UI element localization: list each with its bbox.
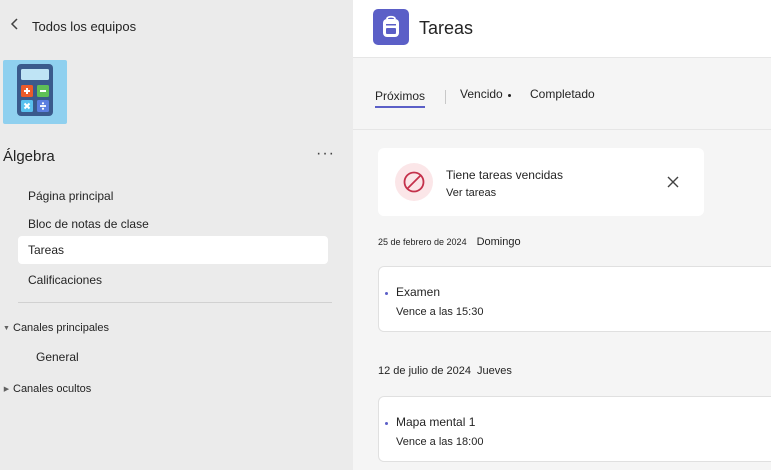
alert-title: Tiene tareas vencidas [446, 168, 563, 182]
nav-item-home[interactable]: Página principal [18, 182, 328, 210]
team-avatar [3, 60, 67, 124]
tab-completed[interactable]: Completado [530, 84, 595, 104]
caret-right-icon: ▶ [3, 386, 10, 393]
tab-separator [445, 90, 446, 104]
close-icon[interactable] [666, 175, 680, 189]
more-options-button[interactable]: ··· [316, 145, 335, 163]
tabs-divider [353, 129, 771, 130]
tab-overdue[interactable]: Vencido [460, 84, 503, 104]
assignment-card[interactable]: Examen Vence a las 15:30 [378, 266, 771, 332]
assignment-title: Examen [396, 285, 441, 299]
bullet-dot [385, 422, 388, 425]
assignment-due: Vence a las 15:30 [396, 306, 484, 318]
date-heading: 25 de febrero de 2024 Domingo [378, 236, 521, 254]
date-label: 12 de julio de 2024 [378, 365, 471, 377]
channel-group-label: Canales ocultos [13, 383, 92, 395]
channel-general[interactable]: General [36, 347, 79, 367]
notification-dot [508, 94, 511, 97]
day-label: Domingo [476, 236, 521, 248]
overdue-alert-card: Tiene tareas vencidas Ver tareas [378, 148, 704, 216]
view-assignments-link[interactable]: Ver tareas [446, 187, 496, 199]
date-heading: 12 de julio de 2024 Jueves [378, 365, 512, 383]
assignment-title: Mapa mental 1 [396, 415, 476, 429]
day-label: Jueves [476, 365, 512, 377]
sidebar-divider [18, 302, 332, 303]
main-pane: Tareas Próximos Vencido Completado Tiene… [353, 0, 771, 470]
channel-group-label: Canales principales [13, 322, 109, 334]
back-to-all-teams[interactable]: Todos los equipos [8, 14, 136, 38]
nav-item-assignments[interactable]: Tareas [18, 236, 328, 264]
backpack-icon [373, 9, 409, 45]
assignment-card[interactable]: Mapa mental 1 Vence a las 18:00 [378, 396, 771, 462]
page-title: Tareas [419, 18, 474, 38]
back-label: Todos los equipos [32, 18, 137, 34]
date-label: 25 de febrero de 2024 [378, 237, 467, 247]
left-pane: Todos los equipos Álgebra ··· Página pri… [0, 0, 353, 470]
bullet-dot [385, 292, 388, 295]
channel-group-main[interactable]: ▼ Canales principales [0, 318, 109, 338]
channel-group-hidden[interactable]: ▶ Canales ocultos [0, 379, 91, 399]
assignment-due: Vence a las 18:00 [396, 436, 484, 448]
chevron-left-icon [8, 17, 22, 36]
app-header: Tareas [353, 0, 771, 58]
team-name: Álgebra [3, 148, 55, 165]
tab-upcoming[interactable]: Próximos [375, 86, 426, 108]
prohibited-icon [395, 163, 433, 201]
calculator-icon [16, 63, 54, 122]
nav-item-class-notebook[interactable]: Bloc de notas de clase [18, 210, 328, 238]
nav-item-grades[interactable]: Calificaciones [18, 266, 328, 294]
caret-down-icon: ▼ [3, 324, 10, 332]
